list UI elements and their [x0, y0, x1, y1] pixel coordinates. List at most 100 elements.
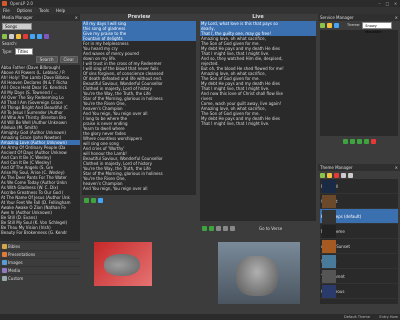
next-icon[interactable] [209, 225, 214, 231]
delete-icon[interactable] [370, 138, 376, 144]
library-label: Presentations [8, 252, 36, 257]
theme-item[interactable]: Kitty Steps (default) [320, 209, 398, 224]
theme-list: NightfallWild CatKitty Steps (default)Ne… [320, 179, 398, 304]
export-theme-icon[interactable] [348, 172, 353, 178]
previous-icon[interactable] [84, 197, 89, 203]
theme-toolbar [318, 171, 400, 179]
kitten-image [104, 254, 140, 276]
theme-manager: Theme Manager × NightfallWild CatKitty St… [318, 164, 400, 314]
move-top-icon[interactable] [342, 138, 348, 144]
add-service-icon[interactable] [44, 33, 49, 39]
service-order-toolbar [318, 137, 400, 145]
theme-item[interactable]: Outrageous [320, 284, 398, 299]
theme-screen-icon[interactable] [223, 225, 228, 231]
edit-icon[interactable] [16, 33, 21, 39]
delete-icon[interactable] [23, 33, 28, 39]
song-item[interactable]: Beauty For Brokenness (G. Kendr [0, 230, 80, 235]
live-image [218, 242, 300, 304]
media-manager-title: Media Manager [2, 15, 33, 20]
delete-theme-icon[interactable] [334, 172, 339, 178]
close-icon[interactable]: × [395, 164, 398, 171]
service-manager: Service Manager × Theme: Snowy Mountain [318, 14, 400, 164]
import-theme-icon[interactable] [341, 172, 346, 178]
preview-icon[interactable] [30, 33, 35, 39]
move-up-icon[interactable] [349, 138, 355, 144]
theme-thumbnail [322, 180, 336, 193]
preview-list: All my days I will sing this song of glad… [82, 21, 196, 195]
move-bottom-icon[interactable] [363, 138, 369, 144]
maximize-icon[interactable]: □ [385, 1, 390, 6]
preview-line[interactable]: And You reign, You reign over all [82, 186, 196, 191]
theme-thumbnail [322, 285, 336, 298]
library-label: Custom [8, 276, 24, 281]
blank-screen-icon[interactable] [216, 225, 221, 231]
search-input[interactable]: Songs [2, 23, 32, 30]
close-icon[interactable]: × [393, 1, 398, 6]
menu-tools[interactable]: Tools [39, 7, 49, 14]
menu-bar: File Options Tools Help [0, 7, 400, 14]
import-icon[interactable] [9, 33, 14, 39]
library-label: Images [8, 260, 23, 265]
go-to-verse-label[interactable]: Go to Verse [259, 226, 282, 231]
library-bibles[interactable]: Bibles [0, 242, 80, 250]
minimize-icon[interactable]: – [377, 1, 382, 6]
previous-icon[interactable] [202, 225, 207, 231]
status-mode: Default Theme [344, 315, 370, 319]
live-toolbar: Go to Verse [200, 224, 316, 232]
live-line[interactable]: That I might live, that I might live. [200, 121, 316, 126]
menu-help[interactable]: Help [56, 7, 65, 14]
media-manager: Media Manager × Songs Search: Type: Title… [0, 14, 80, 314]
next-icon[interactable] [91, 197, 96, 203]
theme-item[interactable]: New Theme [320, 224, 398, 239]
theme-item[interactable]: Nightfall [320, 179, 398, 194]
cat-image [236, 256, 278, 296]
theme-thumbnail [322, 195, 336, 208]
close-icon[interactable]: × [75, 14, 78, 21]
theme-label: Theme: [347, 23, 361, 27]
library-label: Media [8, 268, 21, 273]
images-icon [2, 260, 7, 265]
go-live-icon[interactable] [98, 197, 103, 203]
media-toolbar [0, 32, 80, 40]
main-window: OpenLP 2.0 – □ × File Options Tools Help… [0, 0, 400, 320]
service-manager-header: Service Manager × [318, 14, 400, 21]
title-bar: OpenLP 2.0 – □ × [0, 0, 400, 7]
preview-image [94, 242, 152, 286]
preview-panel: Preview All my days I will sing this song… [80, 14, 198, 314]
app-icon [2, 1, 7, 6]
theme-thumbnail [322, 240, 336, 253]
theme-item[interactable]: Sunrest [320, 254, 398, 269]
theme-item[interactable]: Wild Cat [320, 194, 398, 209]
preview-toolbar [82, 196, 105, 204]
live-list: My Lord, what love is this that pays so d… [200, 21, 316, 221]
service-manager-title: Service Manager [320, 15, 354, 20]
save-service-icon[interactable] [334, 22, 339, 28]
close-icon[interactable]: × [395, 14, 398, 21]
clear-button[interactable]: Clear [59, 56, 78, 63]
library-images[interactable]: Images [0, 258, 80, 266]
search-button[interactable]: Search [35, 56, 58, 63]
custom-icon [2, 276, 7, 281]
media-manager-header: Media Manager × [0, 14, 80, 21]
presentations-icon [2, 252, 7, 257]
new-theme-icon[interactable] [320, 172, 325, 178]
new-service-icon[interactable] [320, 22, 325, 28]
menu-options[interactable]: Options [17, 7, 32, 14]
theme-item[interactable]: Transparent [320, 269, 398, 284]
song-list: Abba Father (Dave Bilbrough) Above All Po… [0, 65, 80, 241]
library-custom[interactable]: Custom [0, 274, 80, 282]
type-select[interactable]: Titles [14, 47, 33, 55]
theme-thumbnail [322, 270, 336, 283]
theme-select[interactable]: Snowy Mountain [362, 21, 393, 34]
type-label: Type: [2, 48, 13, 54]
library-media[interactable]: Media [0, 266, 80, 274]
open-service-icon[interactable] [327, 22, 332, 28]
library-presentations[interactable]: Presentations [0, 250, 80, 258]
new-icon[interactable] [2, 33, 7, 39]
move-down-icon[interactable] [356, 138, 362, 144]
menu-file[interactable]: File [3, 7, 10, 14]
live-icon[interactable] [37, 33, 42, 39]
desktop-screen-icon[interactable] [230, 225, 235, 231]
theme-item[interactable]: African Sunset [320, 239, 398, 254]
edit-theme-icon[interactable] [327, 172, 332, 178]
